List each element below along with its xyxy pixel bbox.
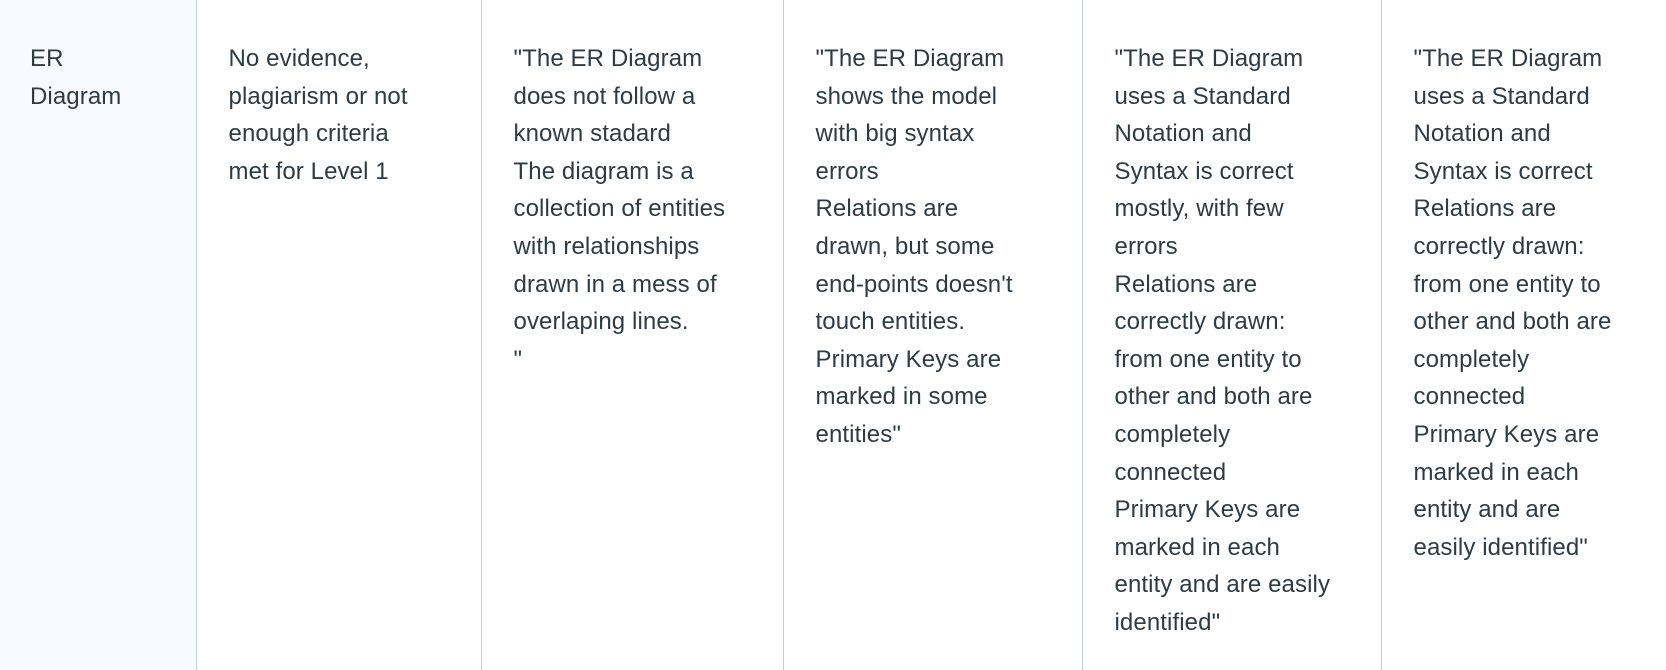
- rubric-table: ER Diagram No evidence, plagiarism or no…: [0, 0, 1666, 670]
- rubric-row-er-diagram: ER Diagram No evidence, plagiarism or no…: [0, 0, 1666, 670]
- rating-level-0-description: No evidence, plagiarism or not enough cr…: [195, 0, 481, 670]
- rating-level-3-description: "The ER Diagram uses a Standard Notation…: [1081, 0, 1381, 670]
- rating-level-1-description: "The ER Diagram does not follow a known …: [480, 0, 783, 670]
- criterion-name: ER Diagram: [0, 0, 196, 670]
- rating-level-4-description: "The ER Diagram uses a Standard Notation…: [1380, 0, 1666, 670]
- rating-level-2-description: "The ER Diagram shows the model with big…: [782, 0, 1082, 670]
